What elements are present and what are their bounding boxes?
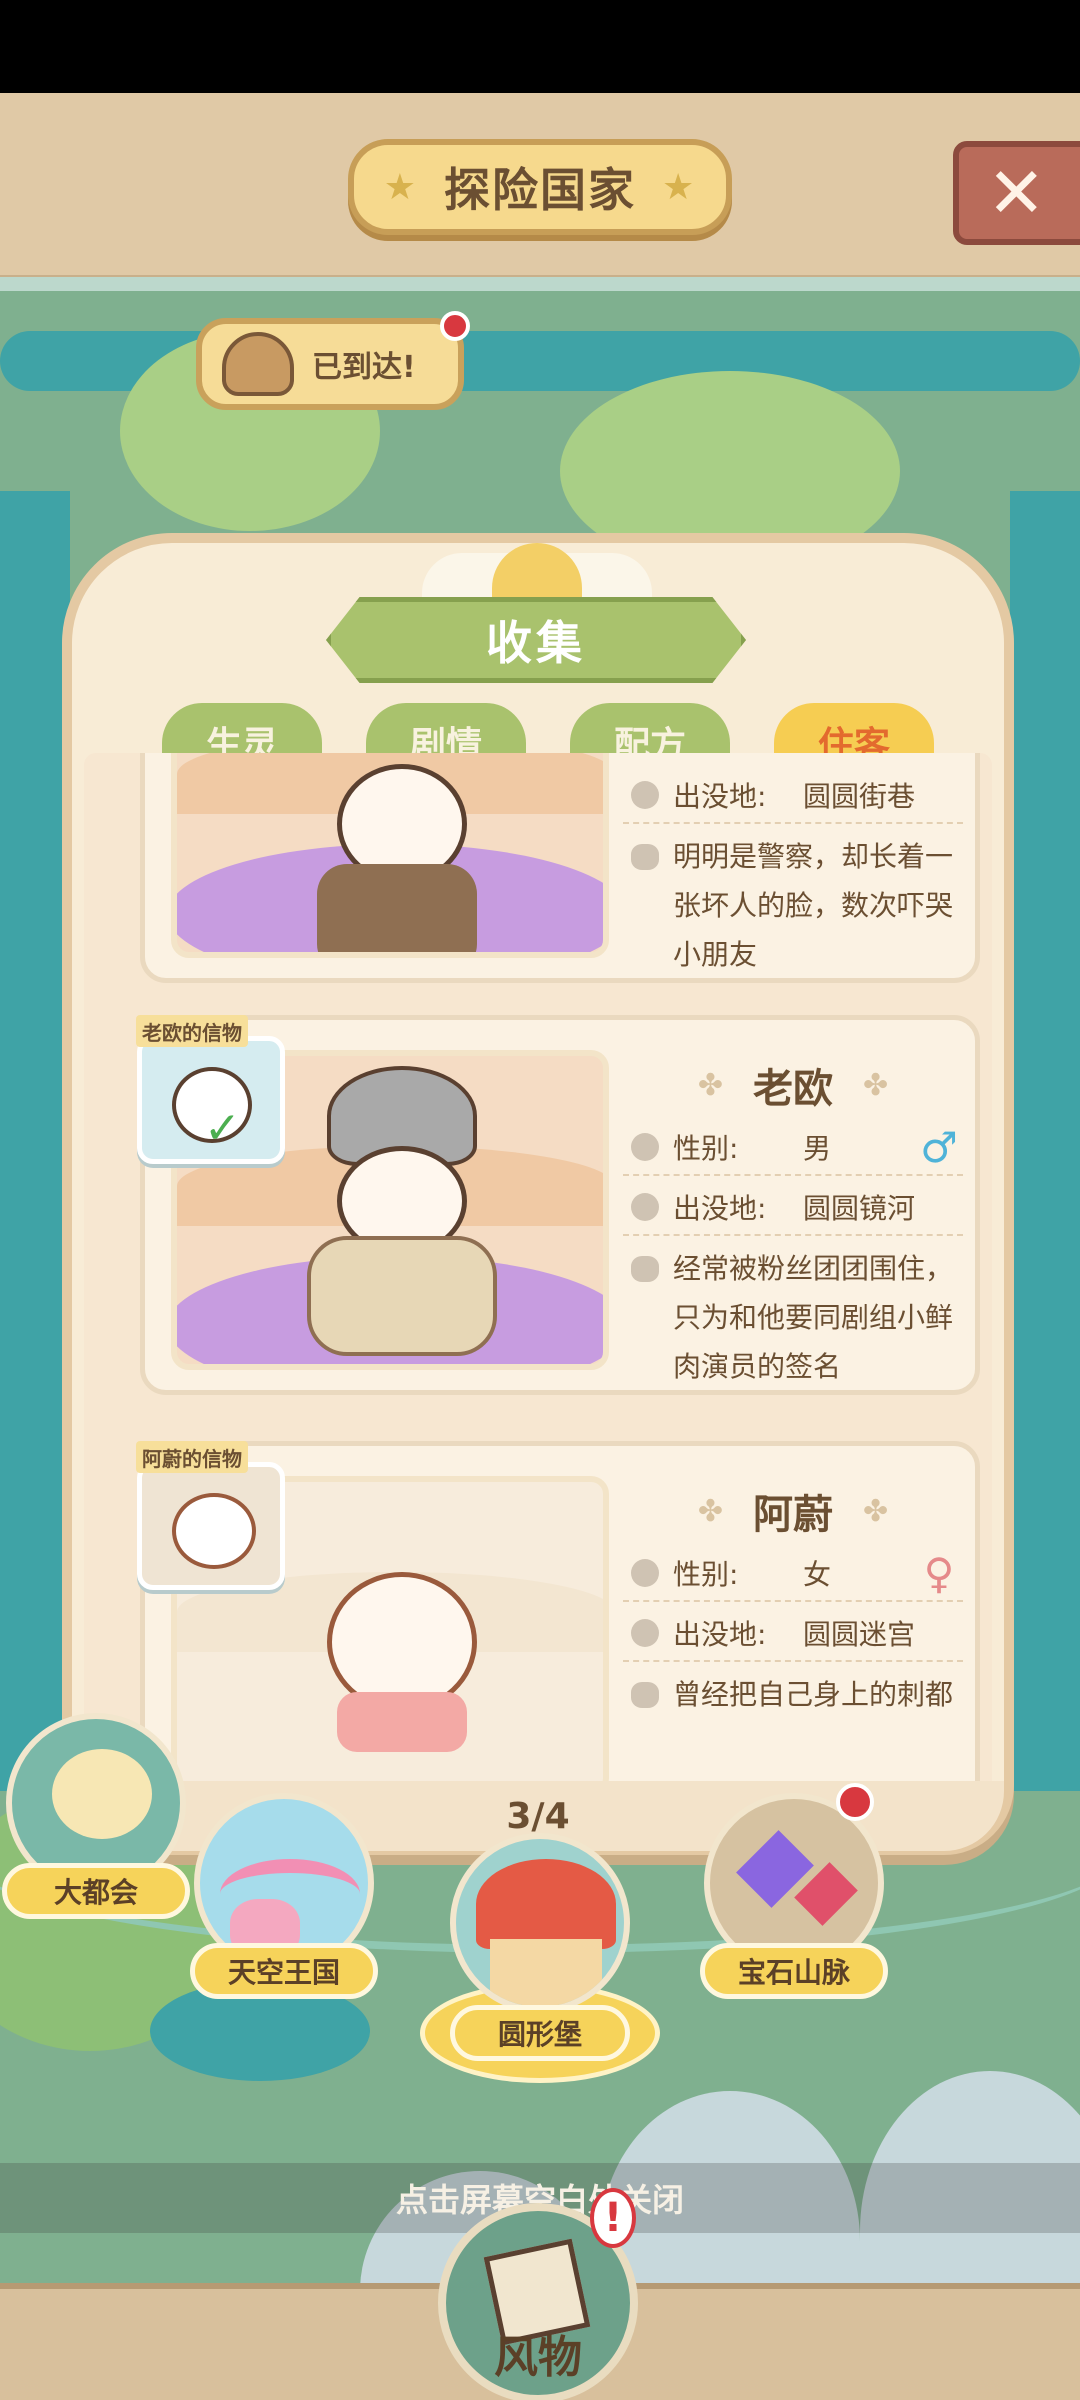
notification-dot (440, 311, 470, 341)
speech-bubble-icon (631, 1256, 659, 1282)
location-row: 出没地: 圆圆街巷 (623, 768, 963, 824)
resident-cloak (317, 864, 477, 952)
location-sky-kingdom[interactable]: 天空王国 (190, 1793, 378, 2063)
description-line: 只为和他要同剧组小鲜 (673, 1301, 954, 1334)
cat-head-icon (631, 1559, 659, 1587)
keepsake-label: 阿蔚的信物 (136, 1441, 248, 1473)
location-value: 圆圆街巷 (803, 780, 916, 813)
keepsake-icon (172, 1493, 256, 1569)
location-row: 出没地: 圆圆镜河 (623, 1180, 963, 1236)
gender-row: 性别: 男 ♂ (623, 1120, 963, 1176)
keepsake-token[interactable]: 阿蔚的信物 (136, 1441, 285, 1590)
clover-icon: ✤ (863, 1493, 889, 1529)
resident-card[interactable]: 出没地: 圆圆街巷 明明是警察，却长着一 张坏人的脸，数次吓哭 小朋友 (140, 753, 980, 983)
star-icon: ★ (662, 166, 697, 208)
status-bar (0, 0, 1080, 93)
gender-value: 女 (803, 1558, 832, 1591)
panel-title-banner: 收集 (326, 597, 746, 683)
keepsake-label: 老欧的信物 (136, 1015, 248, 1047)
resident-outfit (337, 1692, 467, 1752)
arrived-text: 已到达! (312, 350, 416, 385)
resident-list[interactable]: 出没地: 圆圆街巷 明明是警察，却长着一 张坏人的脸，数次吓哭 小朋友 老欧的信… (84, 753, 992, 1793)
close-button[interactable]: ✕ (953, 141, 1080, 245)
location-value: 圆圆镜河 (803, 1192, 916, 1225)
female-icon: ♀ (923, 1548, 955, 1598)
description-line: 肉演员的签名 (673, 1350, 842, 1383)
resident-cape (307, 1236, 497, 1356)
description-line: 曾经把自己身上的刺都 (673, 1678, 954, 1711)
location-label: 出没地: (673, 780, 767, 813)
castle-wall (490, 1939, 602, 2007)
river (0, 491, 70, 1791)
location-label: 大都会 (2, 1863, 190, 1919)
collection-panel: 收集 生灵 剧情 配方 住客 出没地: 圆圆街巷 明明是警察，却长着一 张坏人的… (62, 533, 1014, 1855)
castle-roof (476, 1859, 616, 1949)
location-round-castle[interactable]: 圆形堡 (420, 1833, 660, 2133)
resident-character (327, 1572, 477, 1712)
check-icon: ✓ (204, 1103, 241, 1154)
location-label: 出没地: (673, 1192, 767, 1225)
notification-dot (836, 1783, 874, 1821)
pin-icon (631, 1619, 659, 1647)
close-x-icon: ✕ (987, 152, 1046, 234)
river (1010, 491, 1080, 1791)
pin-icon (631, 781, 659, 809)
male-icon: ♂ (920, 1122, 958, 1172)
clover-icon: ✤ (863, 1067, 889, 1103)
description-line: 张坏人的脸，数次吓哭 (673, 889, 954, 922)
clover-icon: ✤ (697, 1493, 723, 1529)
resident-name-row: ✤ 老欧 ✤ (623, 1050, 963, 1120)
gender-value: 男 (803, 1132, 832, 1165)
location-label: 圆形堡 (450, 2005, 630, 2061)
resident-name: 老欧 (753, 1066, 833, 1112)
star-icon: ★ (383, 166, 418, 208)
keepsake-token[interactable]: 老欧的信物 ✓ (136, 1015, 285, 1164)
speech-bubble-icon (631, 844, 659, 870)
resident-name-row: ✤ 阿蔚 ✤ (623, 1476, 963, 1546)
location-label: 出没地: (673, 1618, 767, 1651)
resident-card[interactable]: 老欧的信物 ✓ ✤ 老欧 ✤ 性别: 男 ♂ 出没地: 圆圆镜河 经常被粉丝团团… (136, 1015, 980, 1395)
description-line: 小朋友 (673, 938, 758, 971)
round-castle-icon (450, 1833, 630, 2013)
snail-icon (222, 332, 294, 396)
description: 曾经把自己身上的刺都 (623, 1670, 963, 1719)
page-title: 探险国家 (444, 163, 636, 217)
location-gem-mountains[interactable]: 宝石山脉 (700, 1783, 888, 2063)
location-metropolis[interactable]: 大都会 (2, 1713, 190, 1983)
description: 经常被粉丝团团围住， 只为和他要同剧组小鲜 肉演员的签名 (623, 1244, 963, 1391)
location-value: 圆圆迷宫 (803, 1618, 916, 1651)
alert-icon: ! (590, 2188, 636, 2248)
resident-name: 阿蔚 (753, 1492, 833, 1538)
gender-label: 性别: (673, 1132, 739, 1165)
top-bar: ★ 探险国家 ★ ✕ (0, 93, 1080, 283)
location-label: 宝石山脉 (700, 1943, 888, 1999)
clover-icon: ✤ (697, 1067, 723, 1103)
location-row: 出没地: 圆圆迷宫 (623, 1606, 963, 1662)
cat-head-icon (631, 1133, 659, 1161)
panel-title: 收集 (486, 616, 586, 670)
description: 明明是警察，却长着一 张坏人的脸，数次吓哭 小朋友 (623, 832, 963, 979)
speech-bubble-icon (631, 1682, 659, 1708)
description-line: 经常被粉丝团团围住， (673, 1252, 954, 1285)
souvenir-label: 风物 (494, 2332, 582, 2383)
arrived-badge[interactable]: 已到达! (196, 318, 464, 410)
cloud-shape (52, 1749, 152, 1839)
resident-portrait (171, 753, 609, 958)
game-screen: ★ 探险国家 ★ ✕ 已到达! 收集 生灵 剧情 配方 住客 出没地: 圆圆街巷… (0, 93, 1080, 2400)
page-title-plaque: ★ 探险国家 ★ (348, 139, 732, 235)
location-label: 天空王国 (190, 1943, 378, 1999)
gender-label: 性别: (673, 1558, 739, 1591)
gender-row: 性别: 女 ♀ (623, 1546, 963, 1602)
description-line: 明明是警察，却长着一 (673, 840, 954, 873)
resident-card[interactable]: 阿蔚的信物 ✤ 阿蔚 ✤ 性别: 女 ♀ 出没地: 圆圆迷宫 曾经把自己身上的刺… (136, 1441, 980, 1793)
top-bar-stripe (0, 277, 1080, 291)
pin-icon (631, 1193, 659, 1221)
